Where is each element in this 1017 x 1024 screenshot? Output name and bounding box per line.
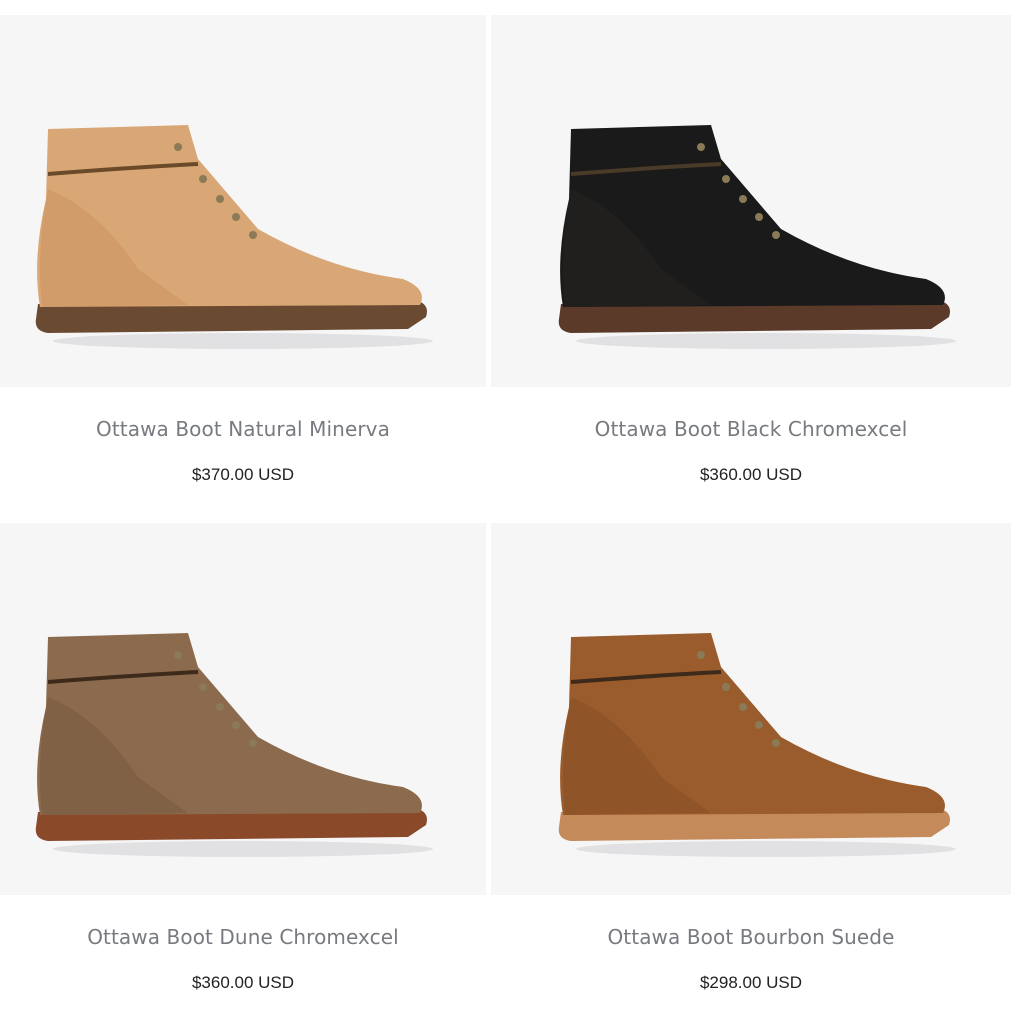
boot-illustration	[35, 125, 433, 349]
product-card[interactable]: Ottawa Boot Bourbon Suede $298.00 USD	[491, 523, 1011, 1024]
product-image[interactable]	[0, 15, 486, 387]
product-name[interactable]: Ottawa Boot Dune Chromexcel	[0, 925, 486, 949]
product-image[interactable]	[491, 523, 1011, 895]
product-price: $360.00 USD	[191, 973, 295, 992]
product-name[interactable]: Ottawa Boot Bourbon Suede	[491, 925, 1011, 949]
product-price: $370.00 USD	[191, 465, 295, 484]
product-name[interactable]: Ottawa Boot Natural Minerva	[0, 417, 486, 441]
product-name[interactable]: Ottawa Boot Black Chromexcel	[491, 417, 1011, 441]
product-card[interactable]: Ottawa Boot Natural Minerva $370.00 USD	[0, 15, 486, 521]
product-grid: Ottawa Boot Natural Minerva $370.00 USD …	[0, 0, 1017, 1024]
boot-illustration	[558, 633, 956, 857]
boot-illustration	[35, 633, 433, 857]
product-card[interactable]: Ottawa Boot Black Chromexcel $360.00 USD	[491, 15, 1011, 521]
product-image[interactable]	[0, 523, 486, 895]
boot-illustration	[558, 125, 956, 349]
product-price: $298.00 USD	[699, 973, 803, 992]
product-card[interactable]: Ottawa Boot Dune Chromexcel $360.00 USD	[0, 523, 486, 1024]
product-image[interactable]	[491, 15, 1011, 387]
product-price: $360.00 USD	[699, 465, 803, 484]
